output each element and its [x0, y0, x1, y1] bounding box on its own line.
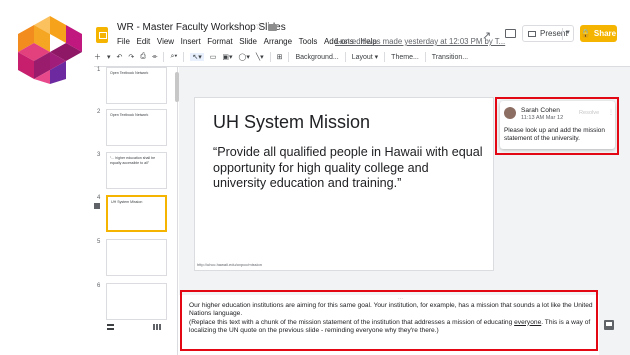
explore-icon[interactable]: [604, 320, 614, 330]
slide-thumbnail-text: “... higher education shall be equally a…: [110, 156, 156, 165]
background-button[interactable]: Background...: [295, 54, 338, 61]
chevron-down-icon[interactable]: ▼: [565, 30, 571, 36]
present-label: Present: [540, 29, 568, 38]
slide-thumbnail-text: Open Textbook Network: [110, 113, 149, 117]
layout-button[interactable]: Layout ▾: [352, 53, 378, 61]
menu-slide[interactable]: Slide: [239, 37, 257, 46]
present-icon: [528, 30, 536, 37]
slide-canvas[interactable]: UH System Mission “Provide all qualified…: [195, 98, 493, 270]
menu-tools[interactable]: Tools: [299, 37, 318, 46]
zoom-icon[interactable]: ⌕▾: [170, 53, 177, 61]
toolbar-divider: [269, 52, 271, 62]
text-box-icon[interactable]: ▭: [210, 53, 217, 61]
slide-thumbnail-text: Open Textbook Network: [110, 71, 149, 75]
filmstrip-view-icon[interactable]: [107, 324, 114, 330]
slide-thumbnail-text: UH System Mission: [111, 200, 143, 204]
slide-thumbnail-5[interactable]: [106, 239, 167, 276]
slide-number: 5: [97, 239, 101, 245]
last-edit-link[interactable]: Last edit was made yesterday at 12:03 PM…: [335, 37, 505, 46]
menu-arrange[interactable]: Arrange: [264, 37, 292, 46]
transition-button[interactable]: Transition...: [432, 54, 468, 61]
lock-icon: 🔒: [580, 29, 591, 38]
activity-trend-icon[interactable]: ↗: [482, 29, 491, 42]
redo-icon[interactable]: ↷: [128, 53, 134, 61]
star-icon[interactable]: ☆: [255, 21, 264, 32]
slide-thumbnail-2[interactable]: Open Textbook Network: [106, 109, 167, 146]
add-comment-icon[interactable]: ⊞: [277, 53, 283, 61]
shape-icon[interactable]: ◯▾: [239, 53, 250, 61]
slide-thumbnail-1[interactable]: Open Textbook Network: [106, 67, 167, 104]
share-label: Share: [593, 29, 617, 38]
slide-filmstrip: 1 Open Textbook Network 2 Open Textbook …: [94, 67, 178, 355]
undo-icon[interactable]: ↶: [117, 53, 123, 61]
slide-title[interactable]: UH System Mission: [213, 112, 370, 133]
menu-edit[interactable]: Edit: [136, 37, 150, 46]
brand-logo: [18, 16, 82, 84]
toolbar-divider: [384, 52, 386, 62]
toolbar-divider: [183, 52, 185, 62]
toolbar-divider: [288, 52, 290, 62]
slide-source-url[interactable]: http://uhcc.hawaii.edu/ovpcc/mission: [197, 262, 262, 267]
slide-number: 3: [97, 152, 101, 158]
toolbar-divider: [344, 52, 346, 62]
folder-icon[interactable]: [268, 24, 277, 31]
toolbar-divider: [424, 52, 426, 62]
theme-button[interactable]: Theme...: [391, 54, 419, 61]
highlight-box-comment: [495, 97, 619, 155]
comments-icon[interactable]: [505, 29, 516, 38]
filmstrip-scrollbar[interactable]: [175, 72, 179, 102]
slide-quote[interactable]: “Provide all qualified people in Hawaii …: [213, 145, 483, 192]
grid-view-icon[interactable]: [153, 324, 161, 330]
menu-view[interactable]: View: [157, 37, 174, 46]
image-icon[interactable]: ▣▾: [222, 53, 232, 61]
line-icon[interactable]: ╲▾: [256, 53, 264, 61]
paint-format-icon[interactable]: ⌯: [152, 53, 158, 61]
new-slide-icon[interactable]: ＋: [94, 52, 101, 62]
present-button[interactable]: Present ▼: [522, 25, 574, 42]
menu-format[interactable]: Format: [207, 37, 232, 46]
highlight-box-notes: [180, 290, 598, 351]
present-divider: [562, 28, 563, 40]
share-button[interactable]: 🔒 Share: [580, 25, 617, 42]
chevron-down-icon[interactable]: ▾: [107, 53, 111, 61]
slides-app-icon[interactable]: [96, 27, 108, 43]
toolbar-divider: [163, 52, 165, 62]
print-icon[interactable]: ⎙: [140, 53, 146, 61]
slide-thumbnail-4[interactable]: UH System Mission: [106, 195, 167, 232]
slide-number: 6: [97, 283, 101, 289]
toolbar: ＋ ▾ ↶ ↷ ⎙ ⌯ ⌕▾ ↖▾ ▭ ▣▾ ◯▾ ╲▾ ⊞ Backgroun…: [94, 50, 630, 64]
select-cursor-icon[interactable]: ↖▾: [190, 53, 204, 61]
menu-insert[interactable]: Insert: [181, 37, 201, 46]
slide-thumbnail-6[interactable]: [106, 283, 167, 320]
slide-number: 4: [97, 195, 101, 201]
screen: WR - Master Faculty Workshop Slides ☆ Fi…: [0, 0, 630, 355]
current-slide-marker: [94, 203, 100, 209]
slide-number: 2: [97, 109, 101, 115]
slide-thumbnail-3[interactable]: “... higher education shall be equally a…: [106, 152, 167, 189]
menu-file[interactable]: File: [117, 37, 130, 46]
slide-number: 1: [97, 67, 101, 73]
